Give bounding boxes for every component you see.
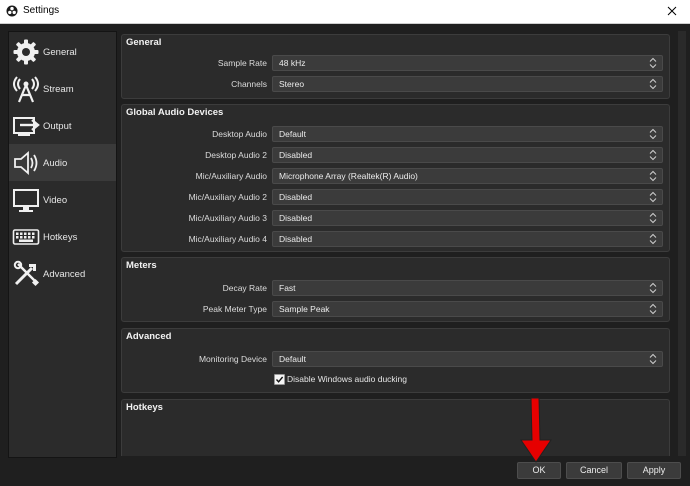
decay-rate-label: Decay Rate xyxy=(222,283,267,293)
select-value: Disabled xyxy=(279,234,313,244)
channels-label: Channels xyxy=(231,79,267,89)
group-title: General xyxy=(126,37,162,48)
red-arrow-annotation-icon xyxy=(520,397,552,463)
ok-button[interactable]: OK xyxy=(517,462,561,479)
tools-icon xyxy=(12,260,40,288)
sidebar-item-advanced[interactable]: Advanced xyxy=(9,255,116,292)
mic-aux-audio-3-label: Mic/Auxiliary Audio 3 xyxy=(188,213,267,223)
sidebar-item-label: Advanced xyxy=(43,269,86,280)
select-value: Disabled xyxy=(279,213,313,223)
mic-aux-audio-2-label: Mic/Auxiliary Audio 2 xyxy=(188,192,267,202)
close-button[interactable] xyxy=(654,0,690,23)
sample-rate-label: Sample Rate xyxy=(217,58,267,68)
channels-select[interactable]: Stereo xyxy=(272,76,663,92)
up-down-chevron-icon xyxy=(649,353,657,365)
output-arrow-icon xyxy=(12,112,40,140)
up-down-chevron-icon xyxy=(649,78,657,90)
sidebar-item-audio[interactable]: Audio xyxy=(9,144,116,181)
sidebar-item-label: General xyxy=(43,47,77,58)
mic-aux-audio-select[interactable]: Microphone Array (Realtek(R) Audio) xyxy=(272,168,663,184)
sidebar-item-label: Hotkeys xyxy=(43,232,78,243)
meters-group: Meters Decay Rate Fast Peak Meter Type S… xyxy=(121,257,670,322)
apply-button[interactable]: Apply xyxy=(627,462,681,479)
select-value: Microphone Array (Realtek(R) Audio) xyxy=(279,171,418,181)
up-down-chevron-icon xyxy=(649,170,657,182)
select-value: Fast xyxy=(279,283,296,293)
mic-aux-audio-4-select[interactable]: Disabled xyxy=(272,231,663,247)
up-down-chevron-icon xyxy=(649,282,657,294)
select-value: Sample Peak xyxy=(279,304,330,314)
sidebar-item-label: Video xyxy=(43,195,68,206)
sidebar-item-video[interactable]: Video xyxy=(9,181,116,218)
sidebar-item-hotkeys[interactable]: Hotkeys xyxy=(9,218,116,255)
group-title: Meters xyxy=(126,260,157,271)
group-title: Hotkeys xyxy=(126,402,163,413)
desktop-audio-2-select[interactable]: Disabled xyxy=(272,147,663,163)
hotkeys-group: Hotkeys xyxy=(121,399,670,456)
sidebar-item-label: Output xyxy=(43,121,72,132)
sidebar-item-output[interactable]: Output xyxy=(9,107,116,144)
monitoring-device-label: Monitoring Device xyxy=(198,354,267,364)
sidebar-item-stream[interactable]: Stream xyxy=(9,70,116,107)
sidebar-item-label: Audio xyxy=(43,158,68,169)
mic-aux-audio-3-select[interactable]: Disabled xyxy=(272,210,663,226)
mic-aux-audio-4-label: Mic/Auxiliary Audio 4 xyxy=(188,234,267,244)
monitoring-device-select[interactable]: Default xyxy=(272,351,663,367)
disable-ducking-checkbox[interactable] xyxy=(274,374,285,385)
mic-aux-audio-label: Mic/Auxiliary Audio xyxy=(195,171,267,181)
decay-rate-select[interactable]: Fast xyxy=(272,280,663,296)
up-down-chevron-icon xyxy=(649,128,657,140)
disable-ducking-label[interactable]: Disable Windows audio ducking xyxy=(287,374,407,384)
audio-settings-panel: General Sample Rate 48 kHz Channels Ster… xyxy=(119,31,680,456)
settings-sidebar: General Stream Output Audio Video Hotkey… xyxy=(8,31,117,458)
broadcast-antenna-icon xyxy=(12,75,40,103)
select-value: Disabled xyxy=(279,150,313,160)
speaker-icon xyxy=(12,149,40,177)
up-down-chevron-icon xyxy=(649,57,657,69)
sidebar-item-general[interactable]: General xyxy=(9,33,116,70)
peak-meter-type-label: Peak Meter Type xyxy=(202,304,267,314)
general-group: General Sample Rate 48 kHz Channels Ster… xyxy=(121,34,670,99)
group-title: Global Audio Devices xyxy=(126,107,224,118)
gear-icon xyxy=(12,38,40,66)
up-down-chevron-icon xyxy=(649,149,657,161)
up-down-chevron-icon xyxy=(649,191,657,203)
cancel-button[interactable]: Cancel xyxy=(566,462,622,479)
sample-rate-select[interactable]: 48 kHz xyxy=(272,55,663,71)
content-scrollbar[interactable] xyxy=(678,31,686,456)
select-value: Stereo xyxy=(279,79,305,89)
advanced-group: Advanced Monitoring Device Default Disab… xyxy=(121,328,670,393)
mic-aux-audio-2-select[interactable]: Disabled xyxy=(272,189,663,205)
monitor-icon xyxy=(12,186,40,214)
keyboard-icon xyxy=(12,223,40,251)
desktop-audio-select[interactable]: Default xyxy=(272,126,663,142)
desktop-audio-label: Desktop Audio xyxy=(212,129,267,139)
select-value: Default xyxy=(279,354,306,364)
group-title: Advanced xyxy=(126,331,172,342)
desktop-audio-2-label: Desktop Audio 2 xyxy=(205,150,267,160)
checkmark-icon xyxy=(275,376,284,383)
select-value: 48 kHz xyxy=(279,58,306,68)
window-title: Settings xyxy=(23,5,60,16)
select-value: Disabled xyxy=(279,192,313,202)
close-icon xyxy=(667,6,677,16)
up-down-chevron-icon xyxy=(649,233,657,245)
obs-logo-icon xyxy=(6,5,18,17)
sidebar-item-label: Stream xyxy=(43,84,74,95)
up-down-chevron-icon xyxy=(649,303,657,315)
global-audio-devices-group: Global Audio Devices Desktop Audio Defau… xyxy=(121,104,670,252)
peak-meter-type-select[interactable]: Sample Peak xyxy=(272,301,663,317)
up-down-chevron-icon xyxy=(649,212,657,224)
title-bar: Settings xyxy=(0,0,690,24)
select-value: Default xyxy=(279,129,306,139)
